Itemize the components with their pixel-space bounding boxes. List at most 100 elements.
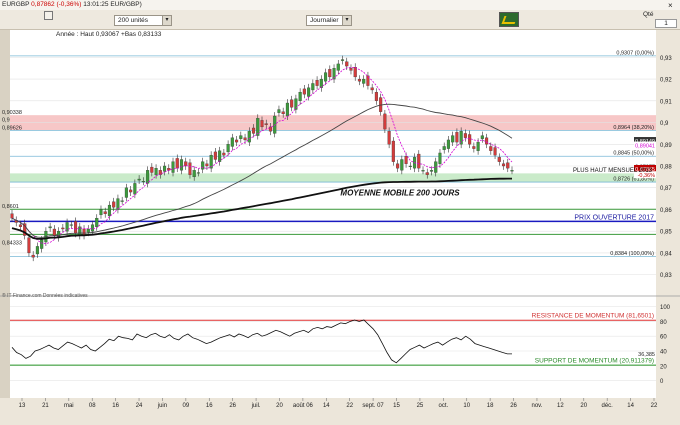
fib-level-label: 0,8845 (50,00%): [613, 151, 654, 157]
candle-body: [468, 134, 472, 145]
chart-credit: ® IT-Finance.com Données indicatives: [2, 292, 88, 299]
candle-body: [239, 135, 243, 139]
candle-body: [175, 158, 179, 169]
left-gutter: [0, 30, 10, 425]
candle-body: [425, 172, 429, 175]
x-tick-label: 13: [19, 403, 26, 409]
candle-body: [400, 159, 404, 171]
x-tick-label: mai: [64, 403, 74, 409]
candle-body: [137, 178, 141, 181]
candle-body: [196, 172, 200, 174]
annotation-label: PRIX OUVERTURE 2017: [574, 214, 654, 221]
candle-body: [340, 59, 345, 61]
candle-body: [112, 201, 116, 208]
candle-body: [383, 113, 387, 130]
candle-body: [243, 137, 247, 141]
candle-body: [370, 87, 374, 91]
x-tick-label: 16: [112, 403, 119, 409]
x-tick-label: déc.: [602, 403, 614, 409]
candle-body: [290, 99, 294, 108]
fib-level-label: 0,9307 (0,00%): [616, 50, 654, 56]
candle-body: [438, 152, 442, 164]
candle-body: [463, 133, 467, 138]
candle-body: [264, 123, 268, 125]
y-tick-label: 0,84: [660, 251, 672, 257]
x-tick-label: 20: [580, 403, 587, 409]
momentum-tick-label: 100: [660, 305, 671, 311]
candle-body: [446, 139, 450, 149]
candle-body: [107, 204, 112, 217]
right-price-label: 0,89041: [635, 143, 655, 149]
left-level-label: 0,9: [2, 118, 10, 124]
resistance-label: RESISTANCE DE MOMENTUM (81,6501): [532, 313, 654, 320]
candle-body: [48, 226, 52, 229]
annotation-label: PLUS HAUT MENSUEL 2013: [573, 168, 653, 174]
y-tick-label: 0,88: [660, 165, 672, 171]
candle-body: [328, 69, 332, 78]
candle-body: [40, 239, 44, 249]
y-tick-label: 0,9: [660, 121, 669, 127]
candle-body: [506, 162, 510, 169]
candle-body: [476, 141, 480, 151]
right-price-label: -0,36%: [638, 173, 656, 179]
candle-body: [489, 146, 493, 151]
candle-body: [129, 189, 133, 193]
candle-body: [247, 131, 251, 143]
candle-body: [374, 91, 378, 101]
x-tick-label: 18: [487, 403, 494, 409]
candle-body: [353, 67, 357, 78]
y-tick-label: 0,92: [660, 78, 672, 84]
candle-body: [277, 109, 281, 113]
candle-body: [116, 198, 120, 210]
momentum-tick-label: 40: [660, 349, 667, 355]
candle-body: [302, 88, 306, 95]
candle-body: [298, 91, 302, 101]
candle-body: [421, 170, 425, 172]
fib-level-label: 0,8384 (100,00%): [610, 251, 654, 257]
y-tick-label: 0,89: [660, 143, 672, 149]
momentum-tick-label: 20: [660, 364, 667, 370]
x-tick-label: 09: [183, 403, 190, 409]
candle-body: [171, 161, 175, 173]
candle-body: [362, 78, 366, 84]
left-level-label: 0,89626: [2, 126, 22, 132]
candle-body: [103, 211, 107, 214]
candle-body: [154, 168, 158, 175]
x-tick-label: sept. 07: [362, 403, 384, 409]
candle-body: [179, 159, 184, 171]
candle-body: [349, 68, 353, 71]
candle-body: [99, 209, 103, 216]
x-tick-label: 08: [89, 403, 96, 409]
candle-body: [493, 147, 497, 156]
x-tick-label: 22: [651, 403, 658, 409]
fib-level-label: 0,8964 (38,20%): [613, 125, 654, 131]
candle-body: [27, 237, 31, 254]
candle-body: [18, 224, 23, 227]
price-zone: [10, 173, 656, 183]
candle-body: [307, 87, 311, 97]
x-tick-label: 14: [627, 403, 634, 409]
candle-body: [222, 152, 226, 156]
candle-body: [74, 221, 78, 234]
candle-body: [251, 127, 256, 134]
x-tick-label: juin: [157, 403, 167, 409]
candle-body: [188, 162, 192, 175]
candle-body: [201, 161, 205, 170]
candle-body: [315, 80, 319, 86]
candle-body: [510, 170, 514, 172]
candle-body: [95, 217, 99, 227]
x-tick-label: 15: [393, 403, 400, 409]
candle-body: [391, 140, 395, 162]
momentum-last-label: 36,385: [638, 352, 655, 358]
candle-body: [429, 170, 434, 172]
x-axis-bg: [0, 398, 680, 425]
x-tick-label: août 06: [293, 403, 314, 409]
candle-body: [90, 224, 95, 232]
candle-body: [336, 63, 340, 71]
candle-body: [61, 227, 65, 230]
x-tick-label: 20: [276, 403, 283, 409]
x-tick-label: 24: [136, 403, 143, 409]
x-tick-label: 25: [417, 403, 424, 409]
candle-body: [120, 200, 124, 202]
y-tick-label: 0,83: [660, 273, 672, 279]
